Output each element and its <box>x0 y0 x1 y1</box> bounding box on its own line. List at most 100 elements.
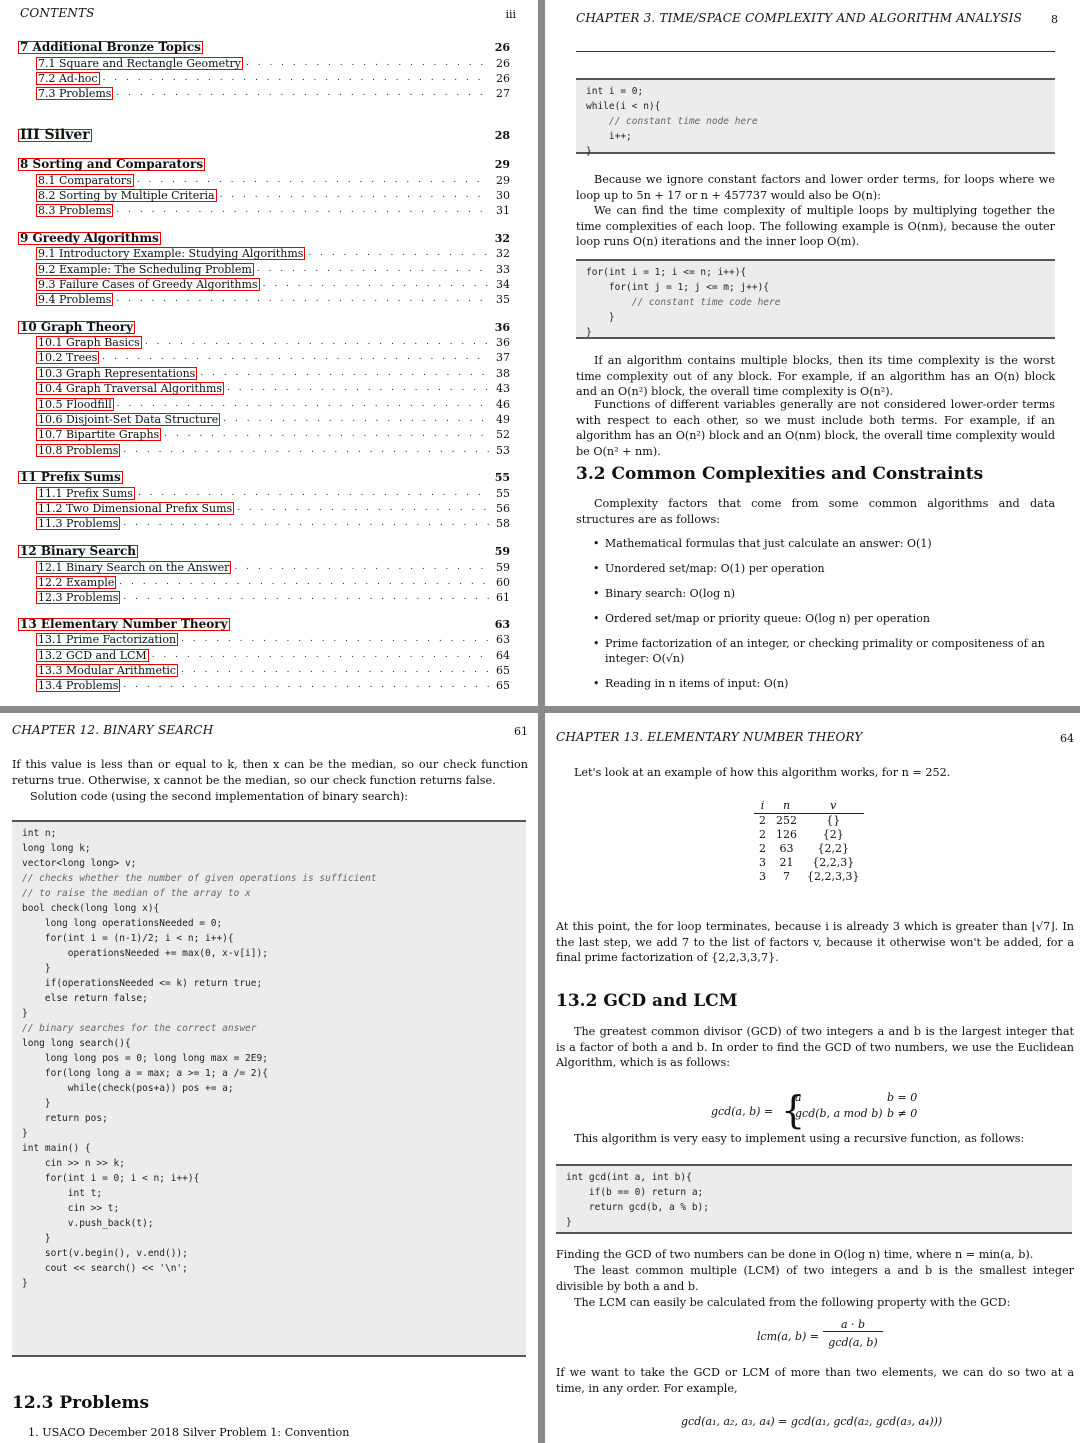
toc-entry-label[interactable]: 7.3 Problems <box>36 86 114 100</box>
toc-entry[interactable]: 13.1 Prime Factorization. . . . . . . . … <box>36 632 510 646</box>
toc-entry-page: 55 <box>496 486 510 500</box>
toc-entry[interactable]: 13.4 Problems. . . . . . . . . . . . . .… <box>36 678 510 692</box>
code-line: int main() { <box>22 1143 91 1154</box>
toc-entry-label[interactable]: 9.4 Problems <box>36 292 114 306</box>
toc-entry-label[interactable]: 9 Greedy Algorithms <box>18 231 161 245</box>
toc-entry[interactable]: 11.3 Problems. . . . . . . . . . . . . .… <box>36 516 510 530</box>
toc-entry[interactable]: 10.6 Disjoint-Set Data Structure. . . . … <box>36 412 510 426</box>
toc-entry-label[interactable]: 13 Elementary Number Theory <box>18 617 230 631</box>
toc-entry-page: 37 <box>496 350 510 364</box>
toc-entry-label[interactable]: 8.2 Sorting by Multiple Criteria <box>36 188 217 202</box>
toc-entry-label[interactable]: 7.1 Square and Rectangle Geometry <box>36 56 243 70</box>
ch12-problem-1: 1. USACO December 2018 Silver Problem 1:… <box>28 1426 350 1439</box>
toc-entry[interactable]: 8 Sorting and Comparators 29 <box>18 157 510 171</box>
toc-entry[interactable]: 9.4 Problems. . . . . . . . . . . . . . … <box>36 292 510 306</box>
toc-entry-label[interactable]: 10.4 Graph Traversal Algorithms <box>36 381 225 395</box>
ch13-para-4: This algorithm is very easy to implement… <box>574 1132 1025 1145</box>
toc-entry[interactable]: 13.2 GCD and LCM. . . . . . . . . . . . … <box>36 648 510 662</box>
toc-entry[interactable]: 11.1 Prefix Sums. . . . . . . . . . . . … <box>36 486 510 500</box>
code-line: while(check(pos+a)) pos += a; <box>22 1083 234 1094</box>
toc-entry-label[interactable]: 12 Binary Search <box>18 544 138 558</box>
toc-entry-label[interactable]: 7 Additional Bronze Topics <box>18 40 203 54</box>
toc-entry[interactable]: 11 Prefix Sums 55 <box>18 470 510 484</box>
toc-entry-label[interactable]: 12.2 Example <box>36 575 117 589</box>
toc-entry-label[interactable]: 11 Prefix Sums <box>18 470 123 484</box>
code-line: // binary searches for the correct answe… <box>22 1023 257 1034</box>
toc-entry[interactable]: 13.3 Modular Arithmetic. . . . . . . . .… <box>36 663 510 677</box>
toc-entry-label[interactable]: 13.4 Problems <box>36 678 121 692</box>
toc-entry-page: 28 <box>494 128 510 142</box>
code-line: long long k; <box>22 843 91 854</box>
toc-entry-label[interactable]: 8 Sorting and Comparators <box>18 157 206 171</box>
toc-entry[interactable]: 10.5 Floodfill. . . . . . . . . . . . . … <box>36 397 510 411</box>
toc-entry-label[interactable]: 10.7 Bipartite Graphs <box>36 427 162 441</box>
toc-entry[interactable]: 13 Elementary Number Theory 63 <box>18 617 510 631</box>
code-line: } <box>586 327 592 338</box>
toc-entry[interactable]: 10.8 Problems. . . . . . . . . . . . . .… <box>36 443 510 457</box>
toc-entry-page: 32 <box>494 231 510 245</box>
toc-entry[interactable]: 9.2 Example: The Scheduling Problem. . .… <box>36 262 510 276</box>
toc-entry-label[interactable]: 10.1 Graph Basics <box>36 335 142 349</box>
toc-entry[interactable]: 12.3 Problems. . . . . . . . . . . . . .… <box>36 590 510 604</box>
toc-entry[interactable]: 9.1 Introductory Example: Studying Algor… <box>36 246 510 260</box>
toc-entry-label[interactable]: 10.6 Disjoint-Set Data Structure <box>36 412 221 426</box>
code-line: for(int i = 0; i < n; i++){ <box>22 1173 200 1184</box>
toc-entry-page: 56 <box>496 501 510 515</box>
code-line: v.push_back(t); <box>22 1218 154 1229</box>
toc-entry-label[interactable]: 11.1 Prefix Sums <box>36 486 135 500</box>
toc-entry-label[interactable]: 8.3 Problems <box>36 203 114 217</box>
toc-entry-label[interactable]: 13.1 Prime Factorization <box>36 632 179 646</box>
toc-entry[interactable]: 7.2 Ad-hoc. . . . . . . . . . . . . . . … <box>36 71 510 85</box>
toc-entry-label[interactable]: 10.8 Problems <box>36 443 121 457</box>
code-line: cin >> t; <box>22 1203 120 1214</box>
toc-entry[interactable]: 10.1 Graph Basics. . . . . . . . . . . .… <box>36 335 510 349</box>
toc-entry-label[interactable]: 10.5 Floodfill <box>36 397 114 411</box>
toc-entry[interactable]: 10.2 Trees. . . . . . . . . . . . . . . … <box>36 350 510 364</box>
toc-entry[interactable]: III Silver 28 <box>18 128 510 142</box>
toc-entry[interactable]: 10.3 Graph Representations. . . . . . . … <box>36 366 510 380</box>
toc-entry[interactable]: 8.1 Comparators. . . . . . . . . . . . .… <box>36 173 510 187</box>
ch12-code-block: int n; long long k; vector<long long> v; //… <box>12 820 526 1357</box>
toc-entry-label[interactable]: 10 Graph Theory <box>18 320 136 334</box>
code-line: } <box>22 1233 51 1244</box>
toc-entry[interactable]: 12.1 Binary Search on the Answer. . . . … <box>36 560 510 574</box>
code-line: int gcd(int a, int b){ <box>566 1172 692 1183</box>
toc-entry[interactable]: 10.7 Bipartite Graphs. . . . . . . . . .… <box>36 427 510 441</box>
toc-entry-label[interactable]: 9.2 Example: The Scheduling Problem <box>36 262 254 276</box>
toc-entry-label[interactable]: 11.2 Two Dimensional Prefix Sums <box>36 501 235 515</box>
toc-entry[interactable]: 8.3 Problems. . . . . . . . . . . . . . … <box>36 203 510 217</box>
toc-entry[interactable]: 12 Binary Search 59 <box>18 544 510 558</box>
toc-entry-label[interactable]: 13.2 GCD and LCM <box>36 648 149 662</box>
code-line: for(int j = 1; j <= m; j++){ <box>586 282 770 293</box>
toc-entry-label[interactable]: 9.1 Introductory Example: Studying Algor… <box>36 246 306 260</box>
toc-leader-dots: . . . . . . . . . . . . . . . . . . . . … <box>123 518 489 528</box>
toc-entry-label[interactable]: 10.3 Graph Representations <box>36 366 198 380</box>
toc-entry[interactable]: 10 Graph Theory 36 <box>18 320 510 334</box>
toc-entry[interactable]: 11.2 Two Dimensional Prefix Sums. . . . … <box>36 501 510 515</box>
toc-entry-label[interactable]: 7.2 Ad-hoc <box>36 71 100 85</box>
toc-entry-label[interactable]: 10.2 Trees <box>36 350 100 364</box>
ch3-para-3: If an algorithm contains multiple blocks… <box>576 354 1055 398</box>
toc-entry[interactable]: 9.3 Failure Cases of Greedy Algorithms. … <box>36 277 510 291</box>
toc-entry[interactable]: 10.4 Graph Traversal Algorithms. . . . .… <box>36 381 510 395</box>
toc-entry[interactable]: 7 Additional Bronze Topics 26 <box>18 40 510 54</box>
toc-entry[interactable]: 8.2 Sorting by Multiple Criteria. . . . … <box>36 188 510 202</box>
toc-leader-dots: . . . . . . . . . . . . . . . . . . . . … <box>256 264 489 274</box>
toc-entry[interactable]: 12.2 Example. . . . . . . . . . . . . . … <box>36 575 510 589</box>
table-cell: {2,2,3} <box>812 856 855 869</box>
toc-entry-label[interactable]: 11.3 Problems <box>36 516 121 530</box>
toc-entry-label[interactable]: 9.3 Failure Cases of Greedy Algorithms <box>36 277 260 291</box>
ch3-bullet-item: Binary search: O(log n) <box>591 586 1057 601</box>
toc-entry-label[interactable]: 12.1 Binary Search on the Answer <box>36 560 232 574</box>
toc-entry-label[interactable]: 12.3 Problems <box>36 590 121 604</box>
table-cell: {2} <box>822 828 844 841</box>
toc-entry-label[interactable]: 8.1 Comparators <box>36 173 134 187</box>
code-line: for(int i = (n-1)/2; i < n; i++){ <box>22 933 234 944</box>
code-line: i++; <box>586 131 632 142</box>
toc-entry-label[interactable]: III Silver <box>18 128 92 142</box>
table-header-cell: n <box>771 799 802 814</box>
toc-entry[interactable]: 7.3 Problems. . . . . . . . . . . . . . … <box>36 86 510 100</box>
toc-entry-label[interactable]: 13.3 Modular Arithmetic <box>36 663 179 677</box>
toc-entry[interactable]: 7.1 Square and Rectangle Geometry. . . .… <box>36 56 510 70</box>
toc-entry[interactable]: 9 Greedy Algorithms 32 <box>18 231 510 245</box>
